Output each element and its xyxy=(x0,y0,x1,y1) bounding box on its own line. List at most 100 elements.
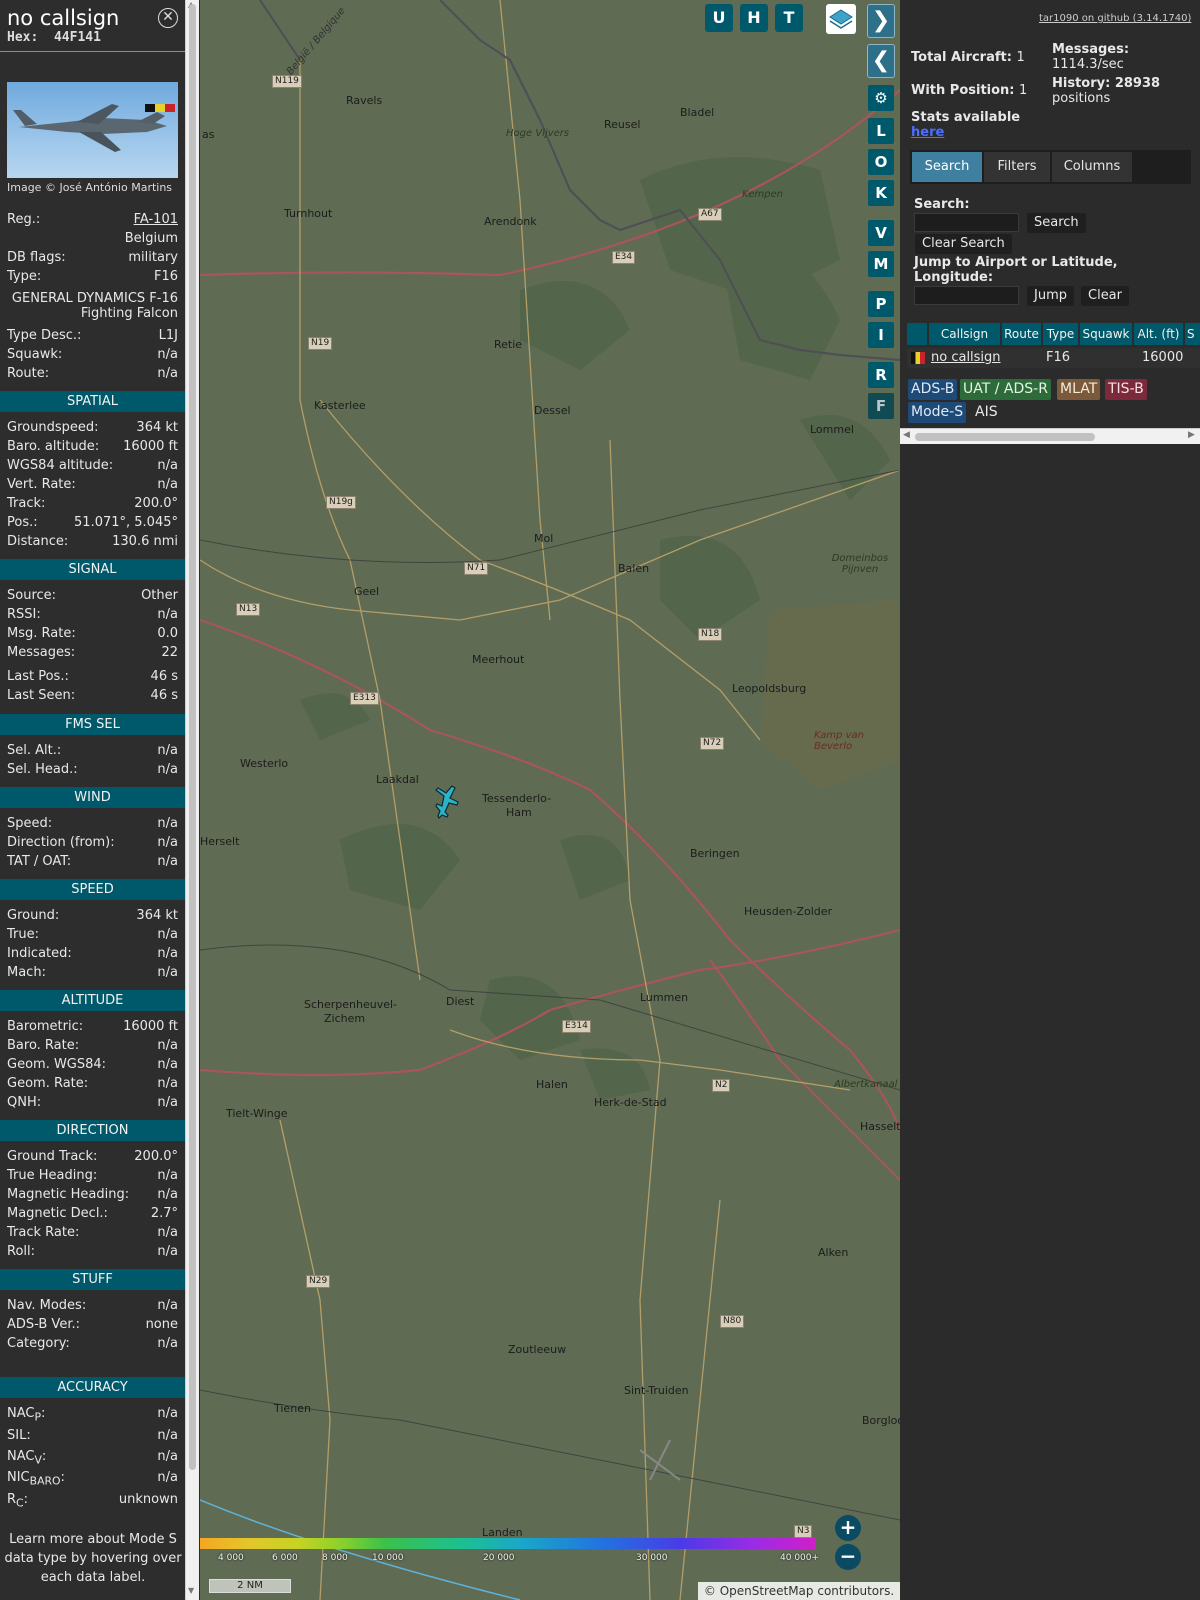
belgium-flag-icon xyxy=(911,352,925,364)
msg-rate-row: Msg. Rate: 0.0 xyxy=(7,626,178,641)
nacv-row: NACV: n/a xyxy=(7,1449,178,1467)
t-toggle-button[interactable]: T xyxy=(775,4,803,32)
map-place-label: Tielt-Winge xyxy=(226,1107,288,1120)
info-panel-scrollbar[interactable]: ▲ ▼ xyxy=(185,0,199,1600)
r-toggle-button[interactable]: R xyxy=(868,362,894,388)
altitude-legend-label: 20 000 xyxy=(483,1553,515,1563)
country-row: Belgium xyxy=(124,231,178,246)
section-fms-sel: FMS SEL xyxy=(0,714,185,735)
table-header-squawk[interactable]: Squawk xyxy=(1080,323,1132,345)
i-toggle-button[interactable]: I xyxy=(868,322,894,348)
openstreetmap-link[interactable]: OpenStreetMap xyxy=(720,1584,814,1598)
section-signal: SIGNAL xyxy=(0,559,185,580)
reg-row: Reg.: FA-101 xyxy=(7,212,178,227)
layers-icon[interactable] xyxy=(826,4,856,34)
o-toggle-button[interactable]: O xyxy=(868,149,894,175)
geom-rate-row: Geom. Rate: n/a xyxy=(7,1076,178,1091)
search-label: Search: xyxy=(914,197,970,212)
map-place-label: Ravels xyxy=(346,94,383,107)
map-place-label: Sint-Truiden xyxy=(624,1384,689,1397)
messages-row: Messages: 22 xyxy=(7,645,178,660)
source-tag-tisb: TIS-B xyxy=(1105,379,1147,400)
source-tag-uat-adsr: UAT / ADS-R xyxy=(960,379,1051,400)
horizontal-scrollbar-thumb[interactable] xyxy=(915,433,1095,441)
table-horizontal-scrollbar[interactable]: ◀ ▶ xyxy=(900,428,1200,444)
table-header-altitude[interactable]: Alt. (ft) xyxy=(1134,323,1183,345)
m-toggle-button[interactable]: M xyxy=(868,251,894,277)
version-link[interactable]: tar1090 on github (3.14.1740) xyxy=(1039,13,1191,24)
mode-s-help-note: Learn more about Mode S data type by hov… xyxy=(4,1532,182,1585)
map-place-label: Balen xyxy=(618,562,650,575)
l-toggle-button[interactable]: L xyxy=(868,118,894,144)
section-accuracy: ACCURACY xyxy=(0,1377,185,1398)
squawk-row: Squawk: n/a xyxy=(7,347,178,362)
messages-rate: Messages: 1114.3/sec xyxy=(1052,42,1130,72)
type-row: Type: F16 xyxy=(7,269,178,284)
table-header-flag xyxy=(907,323,927,345)
p-toggle-button[interactable]: P xyxy=(868,291,894,317)
jump-input[interactable] xyxy=(914,286,1019,305)
track-row: Track: 200.0° xyxy=(7,496,178,511)
sil-row: SIL: n/a xyxy=(7,1428,178,1443)
table-header-route[interactable]: Route xyxy=(1002,323,1041,345)
with-position-label: With Position: 1 xyxy=(911,83,1028,98)
indicated-speed-row: Indicated: n/a xyxy=(7,946,178,961)
road-label: E34 xyxy=(612,251,636,264)
scroll-left-icon[interactable]: ◀ xyxy=(903,430,910,440)
clear-search-button[interactable]: Clear Search xyxy=(915,234,1012,254)
chevron-left-icon[interactable]: ❮ xyxy=(867,44,895,78)
map-place-label: Lummen xyxy=(640,991,689,1004)
f-toggle-button[interactable]: F xyxy=(868,393,894,419)
track-rate-row: Track Rate: n/a xyxy=(7,1225,178,1240)
dbflags-row: DB flags: military xyxy=(7,250,178,265)
stats-here-link[interactable]: here xyxy=(911,125,944,140)
scroll-right-icon[interactable]: ▶ xyxy=(1188,430,1195,440)
table-header-speed[interactable]: S xyxy=(1185,323,1200,345)
map-place-label: Mol xyxy=(534,532,554,545)
v-toggle-button[interactable]: V xyxy=(868,220,894,246)
h-toggle-button[interactable]: H xyxy=(740,4,768,32)
altitude-legend-label: 4 000 xyxy=(218,1553,244,1563)
road-label: E314 xyxy=(562,1020,591,1033)
row-callsign-link[interactable]: no callsign xyxy=(931,348,1001,368)
tab-search[interactable]: Search xyxy=(912,152,982,182)
zoom-in-button[interactable]: + xyxy=(835,1515,861,1541)
roll-row: Roll: n/a xyxy=(7,1244,178,1259)
map-view[interactable]: as Ravels Bladel Reusel Hoge Vijvers Kem… xyxy=(200,0,900,1600)
sel-alt-row: Sel. Alt.: n/a xyxy=(7,743,178,758)
map-place-label: Westerlo xyxy=(240,757,289,770)
aircraft-marker-icon[interactable] xyxy=(430,784,460,820)
chevron-right-icon[interactable]: ❯ xyxy=(867,4,895,38)
history-count: History: 28938 positions xyxy=(1052,76,1161,106)
map-place-label: Hasselt xyxy=(860,1120,900,1133)
map-place-label: Turnhout xyxy=(284,207,333,220)
settings-gear-icon[interactable]: ⚙ xyxy=(868,85,894,111)
tab-filters[interactable]: Filters xyxy=(984,152,1050,182)
table-header-type[interactable]: Type xyxy=(1043,323,1078,345)
map-place-label: Zoutleeuw xyxy=(508,1343,567,1356)
k-toggle-button[interactable]: K xyxy=(868,180,894,206)
close-icon[interactable]: ✕ xyxy=(158,8,178,28)
altitude-legend-label: 6 000 xyxy=(272,1553,298,1563)
search-button[interactable]: Search xyxy=(1027,213,1086,233)
u-toggle-button[interactable]: U xyxy=(705,4,733,32)
clear-button[interactable]: Clear xyxy=(1081,286,1129,306)
map-scale-bar: 2 NM xyxy=(209,1579,291,1593)
groundspeed-row: Groundspeed: 364 kt xyxy=(7,420,178,435)
road-label: N72 xyxy=(700,737,725,750)
stats-available: Stats available here xyxy=(911,110,1021,140)
wind-speed-row: Speed: n/a xyxy=(7,816,178,831)
registration-link[interactable]: FA-101 xyxy=(134,212,178,227)
total-aircraft-label: Total Aircraft: 1 xyxy=(911,50,1025,65)
scrollbar-thumb[interactable] xyxy=(189,4,196,1470)
table-header-callsign[interactable]: Callsign xyxy=(929,323,1000,345)
qnh-row: QNH: n/a xyxy=(7,1095,178,1110)
map-place-label: Tessenderlo- xyxy=(482,792,552,805)
aircraft-photo[interactable] xyxy=(7,82,178,178)
scroll-down-icon[interactable]: ▼ xyxy=(188,1586,194,1595)
tab-columns[interactable]: Columns xyxy=(1052,152,1132,182)
map-place-label: Alken xyxy=(818,1246,849,1259)
search-input[interactable] xyxy=(914,213,1019,232)
zoom-out-button[interactable]: − xyxy=(835,1544,861,1570)
jump-button[interactable]: Jump xyxy=(1027,286,1074,306)
